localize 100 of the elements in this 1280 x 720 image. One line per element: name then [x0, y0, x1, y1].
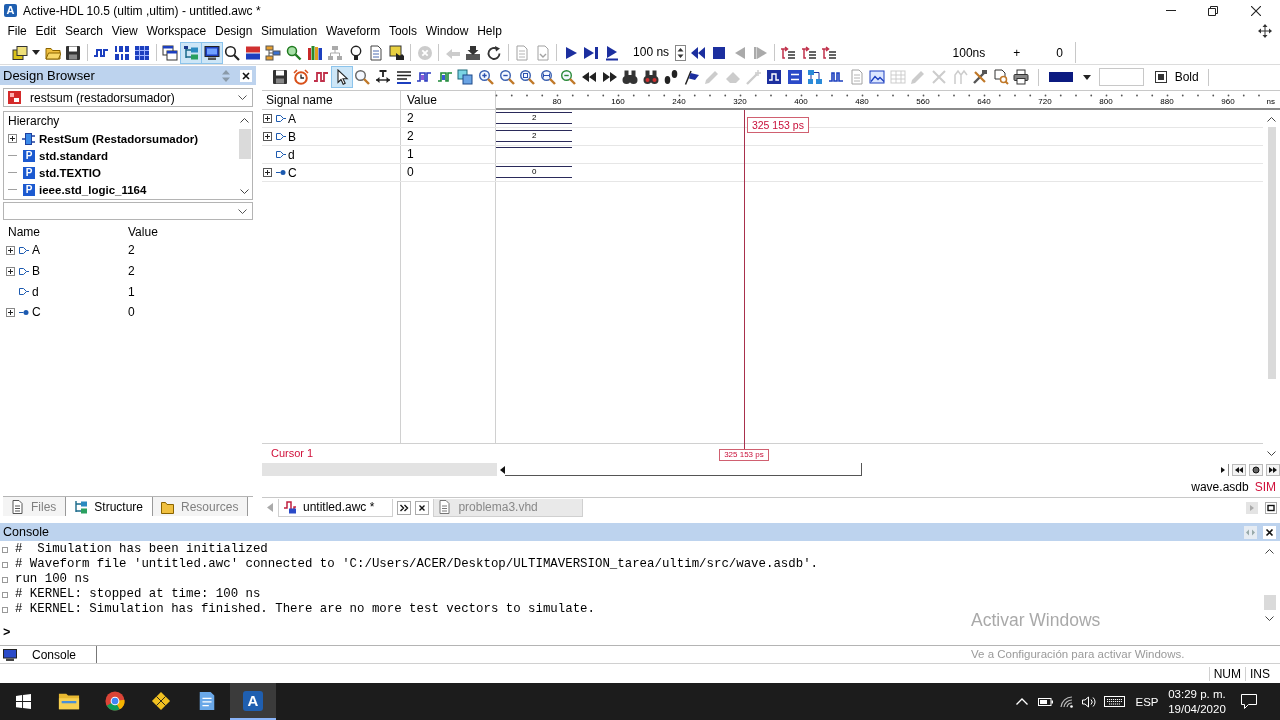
maximize-icon[interactable]	[1265, 501, 1277, 514]
scrollbar-thumb[interactable]	[1263, 595, 1276, 610]
zoom-in-icon[interactable]	[477, 69, 494, 85]
wifi-icon[interactable]	[1060, 695, 1074, 708]
list-arrow-icon[interactable]	[800, 44, 817, 61]
text-lines-icon[interactable]	[395, 69, 412, 85]
pulse-wave-icon[interactable]	[828, 69, 845, 85]
battery-icon[interactable]	[1037, 697, 1053, 706]
tree-item[interactable]: RestSum (Restadorsumador)	[39, 132, 199, 145]
menu-item[interactable]: Help	[472, 22, 507, 40]
spinner-icon[interactable]	[675, 44, 687, 61]
cursor-name[interactable]: Cursor 1	[271, 447, 314, 459]
signal-name[interactable]: d	[288, 147, 295, 162]
horizontal-scrollbar[interactable]	[505, 463, 862, 476]
move-arrows-icon[interactable]	[1258, 24, 1272, 38]
waveform-icon[interactable]	[416, 69, 433, 85]
expand-icon[interactable]	[263, 132, 272, 141]
footprints-icon[interactable]	[663, 69, 680, 85]
menu-item[interactable]: Window	[421, 22, 473, 40]
note-icon[interactable]	[388, 44, 405, 61]
restore-icon[interactable]	[1208, 5, 1218, 16]
horizontal-scrollbar[interactable]	[262, 463, 497, 476]
console-prompt[interactable]: >	[0, 626, 13, 641]
expand-icon[interactable]	[6, 307, 15, 317]
signal-name[interactable]: B	[32, 264, 40, 279]
signal-name[interactable]: C	[32, 305, 41, 320]
signal-name[interactable]: C	[288, 165, 297, 180]
scrollbar-thumb[interactable]	[238, 129, 251, 159]
windows-icon[interactable]	[162, 44, 179, 61]
panel-tab[interactable]: Files	[3, 497, 67, 516]
alarm-clock-icon[interactable]	[292, 69, 309, 85]
expand-icon[interactable]	[8, 134, 17, 143]
list-arrow-icon[interactable]	[780, 44, 797, 61]
color-swatch-icon[interactable]	[1048, 72, 1073, 82]
books-icon[interactable]	[306, 44, 323, 61]
close-icon[interactable]	[415, 500, 430, 515]
speaker-icon[interactable]	[1081, 695, 1097, 708]
grid-icon[interactable]	[134, 44, 151, 61]
chevron-up-icon[interactable]	[1267, 117, 1276, 122]
scroll-left-icon[interactable]	[500, 465, 505, 474]
network-icon[interactable]	[807, 69, 824, 85]
flowchart-icon[interactable]	[265, 44, 282, 61]
zoom-icon[interactable]	[560, 69, 577, 85]
rewind-icon[interactable]	[1232, 463, 1246, 476]
menu-item[interactable]: Simulation	[256, 22, 322, 40]
notification-icon[interactable]	[1241, 694, 1257, 709]
menu-item[interactable]: Tools	[384, 22, 422, 40]
caret-icon[interactable]	[32, 50, 41, 55]
clock-time[interactable]: 03:29 p. m.	[1168, 686, 1226, 702]
printer-icon[interactable]	[1013, 69, 1030, 85]
step-icon[interactable]	[603, 44, 620, 61]
restart-icon[interactable]	[486, 44, 502, 61]
menu-item[interactable]: Search	[60, 22, 108, 40]
cursor-line[interactable]	[743, 110, 745, 449]
width-arrows-icon[interactable]	[375, 69, 391, 85]
console-tab[interactable]: Console	[0, 646, 98, 663]
close-icon[interactable]	[1263, 525, 1276, 539]
language-indicator[interactable]: ESP	[1135, 695, 1159, 708]
double-right-icon[interactable]	[397, 500, 412, 515]
save-icon[interactable]	[272, 69, 288, 85]
tree-icon[interactable]	[179, 41, 202, 64]
magnifier-icon[interactable]	[285, 44, 302, 61]
chevron-up-icon[interactable]	[240, 118, 249, 123]
chevron-down-icon[interactable]	[1265, 616, 1274, 621]
binoculars-icon[interactable]	[642, 69, 659, 85]
expand-icon[interactable]	[6, 245, 15, 255]
target-icon[interactable]	[1249, 463, 1263, 476]
tile-icon[interactable]	[786, 69, 803, 85]
double-left-icon[interactable]	[580, 69, 597, 85]
chevron-down-icon[interactable]	[238, 208, 247, 214]
close-icon[interactable]	[240, 69, 252, 82]
menu-item[interactable]: Design	[210, 22, 257, 40]
save-icon[interactable]	[65, 44, 82, 61]
signal-name[interactable]: d	[32, 284, 39, 299]
chevron-down-icon[interactable]	[1267, 451, 1276, 456]
expand-icon[interactable]	[6, 266, 15, 276]
stacked-windows-icon[interactable]	[12, 44, 28, 61]
rewind-icon[interactable]	[690, 44, 707, 61]
clock-date[interactable]: 19/04/2020	[1168, 701, 1226, 717]
tree-item[interactable]: ieee.std_logic_1164	[39, 183, 147, 196]
menu-item[interactable]: File	[3, 22, 32, 40]
double-right-icon[interactable]	[601, 69, 618, 85]
image-icon[interactable]	[869, 69, 886, 85]
blocks-icon[interactable]	[113, 44, 130, 61]
fast-forward-icon[interactable]	[1266, 463, 1280, 476]
copy-icon[interactable]	[457, 69, 474, 85]
panel-tab[interactable]: Resources	[153, 497, 249, 516]
tray-icon[interactable]	[465, 44, 482, 61]
design-dropdown[interactable]: restsum (restadorsumador)	[3, 88, 253, 107]
text-field[interactable]	[1098, 68, 1144, 86]
signal-name[interactable]: B	[288, 129, 296, 144]
caret-icon[interactable]	[1082, 74, 1091, 80]
chevron-down-icon[interactable]	[240, 189, 249, 194]
search-icon[interactable]	[224, 44, 241, 61]
scrollbar-thumb[interactable]	[1267, 127, 1276, 379]
zoom-out-icon[interactable]	[498, 69, 515, 85]
stacked-bars-icon[interactable]	[244, 44, 261, 61]
signal-name[interactable]: A	[32, 243, 40, 258]
expand-icon[interactable]	[263, 168, 272, 177]
pointer-icon[interactable]	[330, 66, 353, 88]
